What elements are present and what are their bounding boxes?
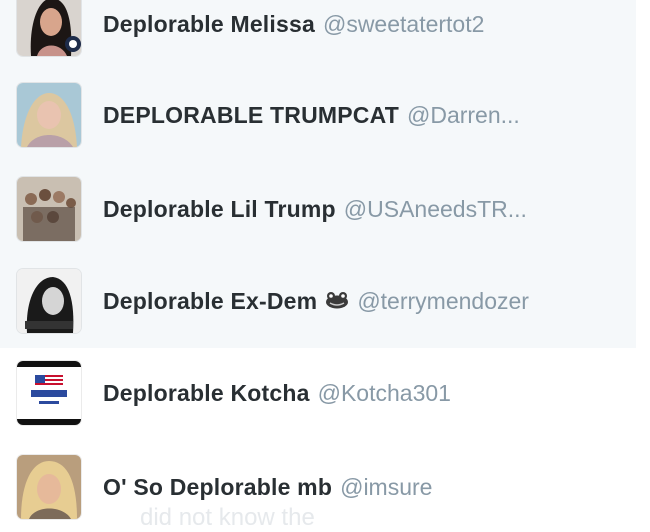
avatar[interactable] [17,83,81,147]
background-text: did not know the [140,504,315,531]
username[interactable]: @imsure [340,474,432,500]
account-text: Deplorable Kotcha @Kotcha301 [103,378,636,408]
display-name[interactable]: DEPLORABLE TRUMPCAT [103,102,399,128]
display-name[interactable]: Deplorable Ex-Dem [103,288,317,314]
portrait-dark-hair-avatar [17,0,81,56]
account-text: O' So Deplorable mb @imsure [103,472,636,502]
family-group-avatar [17,177,81,241]
username[interactable]: @Darren... [407,102,520,128]
list-item[interactable]: Deplorable Lil Trump @USAneedsTR... [0,177,636,241]
display-name[interactable]: Deplorable Lil Trump [103,196,336,222]
list-item[interactable]: DEPLORABLE TRUMPCAT @Darren... [0,83,636,147]
list-item[interactable]: O' So Deplorable mb @imsure [0,455,636,519]
display-name[interactable]: Deplorable Melissa [103,11,315,37]
avatar[interactable] [17,361,81,425]
username[interactable]: @Kotcha301 [318,380,451,406]
trump-logo-avatar [17,361,81,425]
list-item[interactable]: Deplorable Kotcha @Kotcha301 [0,361,636,425]
portrait-blonde-avatar [17,83,81,147]
username[interactable]: @sweetatertot2 [323,11,484,37]
username[interactable]: @USAneedsTR... [344,196,527,222]
display-name[interactable]: O' So Deplorable mb [103,474,332,500]
avatar[interactable] [17,455,81,519]
avatar[interactable] [17,177,81,241]
account-text: Deplorable Ex-Dem @terrymendozer [103,286,636,316]
account-text: Deplorable Lil Trump @USAneedsTR... [103,194,636,224]
display-name[interactable]: Deplorable Kotcha [103,380,310,406]
portrait-blonde-avatar [17,455,81,519]
username[interactable]: @terrymendozer [357,288,529,314]
avatar[interactable] [17,0,81,56]
list-item[interactable]: Deplorable Melissa @sweetatertot2 [0,0,636,56]
avatar[interactable] [17,269,81,333]
account-text: DEPLORABLE TRUMPCAT @Darren... [103,100,636,130]
account-text: Deplorable Melissa @sweetatertot2 [103,9,636,39]
frog-icon [325,286,349,316]
portrait-bw-avatar [17,269,81,333]
list-item[interactable]: Deplorable Ex-Dem @terrymendozer [0,269,636,333]
